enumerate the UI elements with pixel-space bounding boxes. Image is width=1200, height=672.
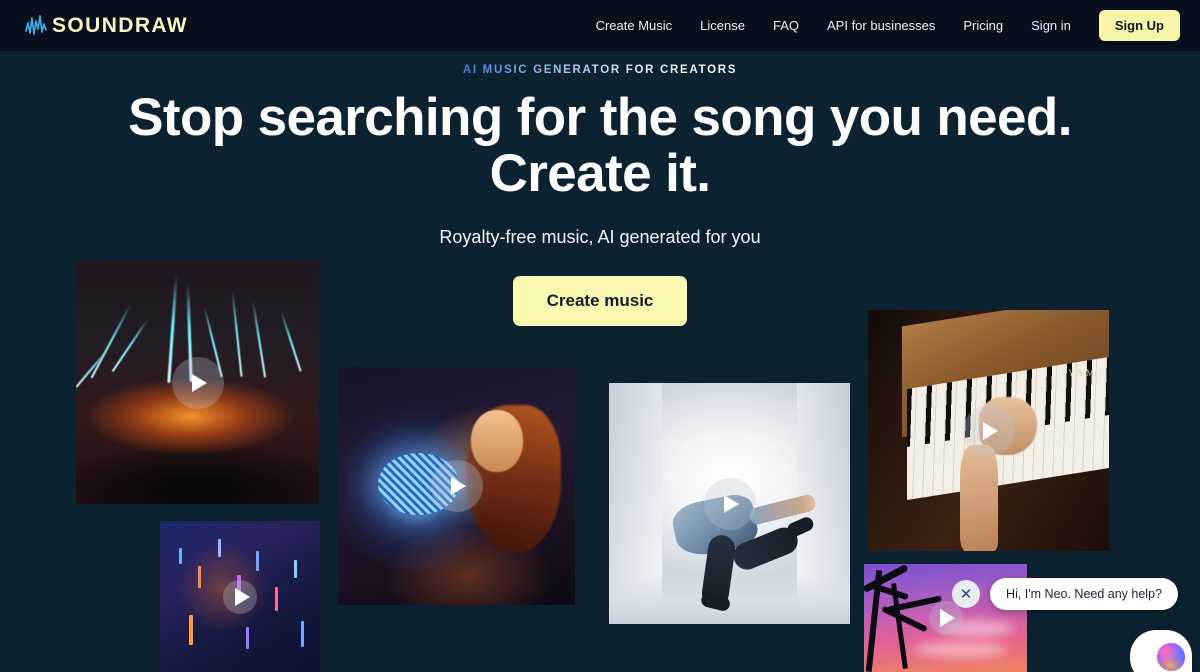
video-card-disco-ball-singer[interactable] xyxy=(338,367,575,605)
headline-line-1: Stop searching for the song you need. xyxy=(128,88,1072,147)
video-card-night-city[interactable] xyxy=(160,521,320,672)
chat-launcher-button[interactable] xyxy=(1130,630,1192,672)
create-music-button[interactable]: Create music xyxy=(512,276,688,327)
nav-item-pricing[interactable]: Pricing xyxy=(949,0,1017,51)
brand-logo[interactable]: SOUNDRAW xyxy=(24,14,188,38)
nav-item-faq[interactable]: FAQ xyxy=(759,0,813,51)
play-icon[interactable] xyxy=(223,579,257,614)
page-title: Stop searching for the song you need. Cr… xyxy=(0,88,1200,204)
hero-eyebrow: AI MUSIC GENERATOR FOR CREATORS xyxy=(462,64,738,76)
play-icon[interactable] xyxy=(962,404,1015,457)
site-header: SOUNDRAW Create Music License FAQ API fo… xyxy=(0,0,1200,51)
piano-brand-label: YAM xyxy=(1067,367,1097,378)
sign-up-button[interactable]: Sign Up xyxy=(1098,10,1180,41)
play-icon[interactable] xyxy=(430,460,483,512)
chat-greeting-bubble[interactable]: Hi, I'm Neo. Need any help? xyxy=(990,578,1178,610)
nav-item-create-music[interactable]: Create Music xyxy=(582,0,687,51)
hero-section: AI MUSIC GENERATOR FOR CREATORS Stop sea… xyxy=(0,51,1200,327)
main-nav: Create Music License FAQ API for busines… xyxy=(582,0,1180,51)
brand-name: SOUNDRAW xyxy=(52,13,189,37)
play-icon[interactable] xyxy=(171,356,224,409)
play-icon[interactable] xyxy=(703,477,756,530)
chat-message-row: ✕ Hi, I'm Neo. Need any help? xyxy=(952,578,1178,610)
hero-subhead: Royalty-free music, AI generated for you xyxy=(439,227,761,248)
nav-item-sign-in[interactable]: Sign in xyxy=(1017,0,1085,51)
video-card-breakdancer-hall[interactable] xyxy=(609,383,850,624)
close-icon[interactable]: ✕ xyxy=(952,580,981,608)
nav-item-license[interactable]: License xyxy=(686,0,759,51)
headline-line-2: Create it. xyxy=(489,144,711,204)
video-card-piano-hands[interactable]: YAM xyxy=(868,310,1109,551)
nav-item-api-for-businesses[interactable]: API for businesses xyxy=(813,0,949,51)
neo-orb-icon xyxy=(1157,643,1185,671)
waveform-icon xyxy=(25,14,47,35)
